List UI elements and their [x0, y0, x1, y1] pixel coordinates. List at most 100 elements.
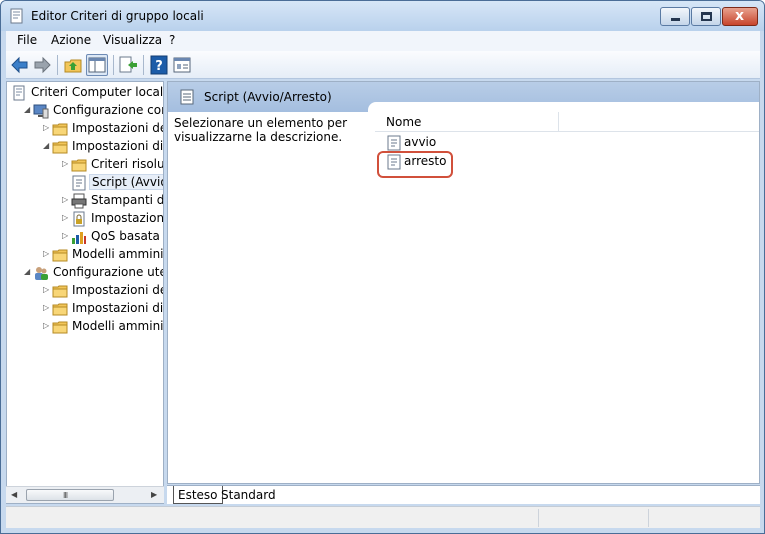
tree-expanded-icon[interactable]: ◢	[24, 105, 32, 115]
tree-item[interactable]: ▷ Stampanti dis	[7, 192, 163, 210]
column-header-nome[interactable]: Nome	[375, 112, 559, 132]
script-icon	[387, 135, 401, 151]
item-description: Selezionare un elemento per visualizzarn…	[174, 116, 348, 144]
tree-item-label: Configurazione com	[53, 103, 164, 117]
properties-icon	[173, 57, 191, 73]
tree-item-label: Impostazioni del	[72, 283, 164, 297]
tree-item[interactable]: Criteri Computer locale	[7, 84, 163, 102]
forward-button[interactable]	[31, 54, 53, 76]
tree-item[interactable]: ▷ Criteri risoluzi	[7, 156, 163, 174]
details-pane: Script (Avvio/Arresto) Selezionare un el…	[167, 81, 760, 484]
scroll-grip-icon: III	[63, 491, 68, 500]
scroll-right-arrow-icon[interactable]: ▶	[151, 490, 157, 499]
tree-item-label: Script (Avvio/	[89, 174, 163, 190]
tree-collapsed-icon[interactable]: ▷	[43, 285, 51, 295]
tree-expanded-icon[interactable]: ◢	[43, 141, 51, 151]
svg-text:?: ?	[155, 59, 163, 74]
computer-icon	[33, 104, 49, 119]
title-bar[interactable]: Editor Criteri di gruppo locali x	[1, 1, 764, 31]
tree-horizontal-scrollbar[interactable]: ◀ III ▶	[6, 486, 164, 503]
tree-item-label: Modelli amminis	[72, 247, 164, 261]
tree-item-label: Criteri risoluzi	[91, 157, 164, 171]
tree-item[interactable]: ▷ Impostazioni del	[7, 120, 163, 138]
scroll-left-arrow-icon[interactable]: ◀	[11, 490, 17, 499]
tree-item[interactable]: ▷ Impostazioni di W	[7, 300, 163, 318]
folder-icon	[52, 303, 68, 316]
policy-document-icon	[13, 85, 25, 101]
tree-collapsed-icon[interactable]: ▷	[43, 123, 51, 133]
tree-item-label: Stampanti dis	[91, 193, 164, 207]
back-button[interactable]	[9, 54, 31, 76]
list-header: Nome	[375, 112, 759, 132]
status-segment	[648, 509, 760, 527]
tree-item-label: Criteri Computer locale	[31, 85, 164, 99]
minimize-button[interactable]	[660, 7, 690, 26]
minimize-icon	[671, 18, 680, 21]
tree-item-label: Impostazioni	[91, 211, 164, 225]
folder-icon	[71, 159, 87, 172]
view-tabs: Esteso Standard	[167, 485, 760, 504]
tree-collapsed-icon[interactable]: ▷	[62, 195, 70, 205]
folder-icon	[52, 141, 68, 154]
tree-item-label: Configurazione uten	[53, 265, 164, 279]
export-list-icon	[119, 56, 137, 73]
menu-visualizza[interactable]: Visualizza	[103, 33, 162, 47]
tab-esteso[interactable]: Esteso	[173, 486, 223, 504]
back-arrow-icon	[11, 56, 28, 74]
tree-item[interactable]: ▷ Modelli amminis	[7, 318, 163, 336]
users-icon	[35, 267, 48, 280]
tree-item[interactable]: ▷ Impostazioni	[7, 210, 163, 228]
help-button[interactable]: ?	[148, 54, 170, 76]
tree-item[interactable]: ▷ Modelli amminis	[7, 246, 163, 264]
menu-file[interactable]: File	[17, 33, 37, 47]
tree-collapsed-icon[interactable]: ▷	[62, 159, 70, 169]
tree-item[interactable]: Script (Avvio/	[7, 174, 163, 192]
tree-item[interactable]: ◢ Configurazione com	[7, 102, 163, 120]
help-icon: ?	[150, 55, 168, 75]
forward-arrow-icon	[34, 56, 51, 74]
toolbar-separator	[113, 55, 114, 75]
folder-icon	[52, 249, 68, 262]
tree-item[interactable]: ◢ Configurazione uten	[7, 264, 163, 282]
security-settings-icon	[73, 211, 85, 227]
console-tree[interactable]: Criteri Computer locale ◢ Configurazione c…	[6, 81, 164, 504]
tree-item[interactable]: ▷ Impostazioni del	[7, 282, 163, 300]
show-hide-tree-icon	[88, 57, 106, 73]
toolbar-separator	[57, 55, 58, 75]
tree-collapsed-icon[interactable]: ▷	[43, 321, 51, 331]
menu-help[interactable]: ?	[169, 33, 175, 47]
scrollbar-thumb[interactable]: III	[26, 489, 114, 501]
window-title: Editor Criteri di gruppo locali	[31, 9, 204, 23]
up-folder-icon	[64, 59, 82, 73]
close-icon: x	[735, 8, 745, 24]
tab-standard[interactable]: Standard	[217, 486, 280, 504]
script-icon	[72, 175, 86, 191]
tree-collapsed-icon[interactable]: ▷	[43, 249, 51, 259]
close-button[interactable]: x	[722, 7, 758, 26]
status-segment	[538, 509, 648, 527]
tree-expanded-icon[interactable]: ◢	[24, 267, 32, 277]
menu-azione[interactable]: Azione	[51, 33, 91, 47]
tree-collapsed-icon[interactable]: ▷	[62, 231, 70, 241]
details-title: Script (Avvio/Arresto)	[204, 90, 332, 104]
tree-item-label: QoS basata su	[91, 229, 163, 243]
qos-chart-icon	[72, 232, 86, 244]
maximize-button[interactable]	[691, 7, 721, 26]
tree-item[interactable]: ◢ Impostazioni di W	[7, 138, 163, 156]
toolbar: ?	[6, 51, 760, 79]
export-list-button[interactable]	[117, 54, 139, 76]
up-folder-button[interactable]	[62, 54, 84, 76]
policy-editor-icon	[10, 8, 23, 24]
show-hide-tree-button[interactable]	[86, 54, 108, 76]
folder-icon	[52, 285, 68, 298]
tree-collapsed-icon[interactable]: ▷	[43, 303, 51, 313]
tree-item-label: Impostazioni di W	[72, 301, 164, 315]
status-bar	[6, 506, 760, 528]
tree-item[interactable]: ▷ QoS basata su	[7, 228, 163, 246]
menu-bar: File Azione Visualizza ?	[6, 31, 760, 51]
printer-icon	[71, 193, 87, 209]
properties-button[interactable]	[171, 54, 193, 76]
app-window: Editor Criteri di gruppo locali x File A…	[0, 0, 765, 534]
tree-item-label: Impostazioni del	[72, 121, 164, 135]
tree-collapsed-icon[interactable]: ▷	[62, 213, 70, 223]
